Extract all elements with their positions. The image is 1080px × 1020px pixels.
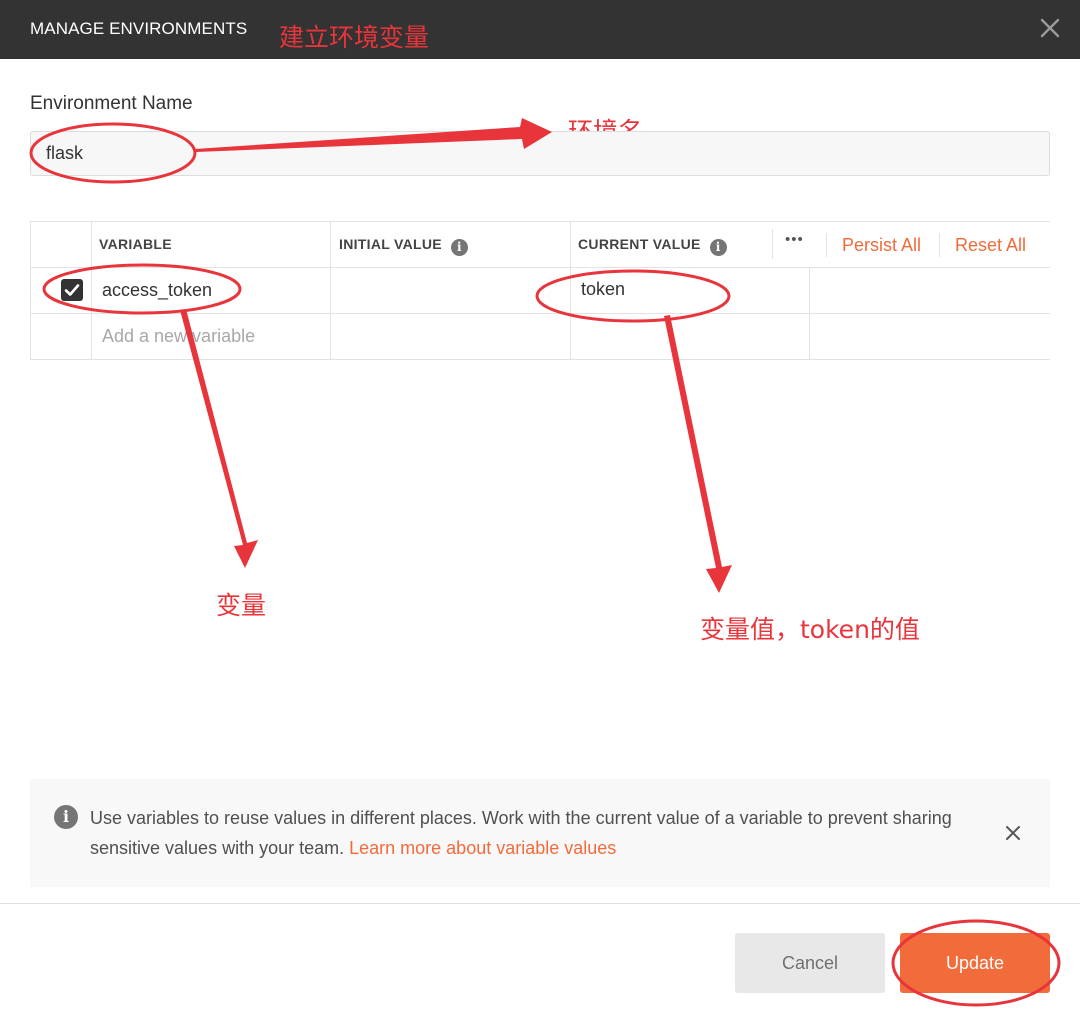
- info-banner: i Use variables to reuse values in diffe…: [30, 779, 1050, 887]
- table-top-border: [30, 221, 1050, 222]
- info-icon: i: [54, 805, 78, 829]
- info-icon[interactable]: i: [450, 239, 468, 256]
- table-row-border: [30, 313, 1050, 314]
- column-divider: [809, 267, 810, 359]
- info-icon[interactable]: i: [709, 239, 727, 256]
- table-bottom-border: [30, 359, 1050, 360]
- persist-all-button[interactable]: Persist All: [842, 235, 921, 256]
- more-options-icon[interactable]: •••: [785, 231, 804, 248]
- toolbar-divider: [939, 233, 940, 257]
- column-header-current-value: CURRENT VALUE i: [578, 236, 727, 256]
- toolbar-divider: [772, 229, 773, 259]
- new-variable-input[interactable]: Add a new variable: [102, 326, 255, 347]
- update-button[interactable]: Update: [900, 933, 1050, 993]
- annotation-title-note: 建立环境变量: [279, 23, 430, 52]
- dialog-title: MANAGE ENVIRONMENTS: [30, 19, 248, 38]
- environment-name-label: Environment Name: [30, 93, 193, 114]
- column-header-initial-value: INITIAL VALUE i: [339, 236, 468, 256]
- table-header-border: [30, 267, 1050, 268]
- checkmark-icon: [64, 284, 80, 296]
- variables-table: VARIABLE INITIAL VALUE i CURRENT VALUE i •…: [30, 221, 1050, 361]
- footer-divider: [0, 903, 1080, 904]
- variable-name-cell[interactable]: access_token: [102, 280, 212, 301]
- close-icon[interactable]: [1038, 16, 1062, 40]
- cancel-button[interactable]: Cancel: [735, 933, 885, 993]
- row-enabled-checkbox[interactable]: [61, 279, 83, 301]
- learn-more-link[interactable]: Learn more about variable values: [349, 838, 616, 858]
- column-divider: [330, 221, 331, 359]
- current-value-cell[interactable]: token: [581, 279, 625, 300]
- reset-all-button[interactable]: Reset All: [955, 235, 1026, 256]
- toolbar-divider: [826, 233, 827, 257]
- environment-name-input[interactable]: [30, 131, 1050, 176]
- column-header-variable: VARIABLE: [99, 236, 172, 252]
- column-divider: [570, 221, 571, 359]
- annotation-value-note: 变量值，token的值: [700, 615, 920, 644]
- dismiss-banner-icon[interactable]: [1004, 824, 1022, 842]
- column-divider: [91, 221, 92, 359]
- annotation-variable-note: 变量: [216, 591, 267, 620]
- table-left-border: [30, 221, 31, 359]
- dialog-header: MANAGE ENVIRONMENTS: [0, 0, 1080, 59]
- info-banner-text: Use variables to reuse values in differe…: [90, 803, 970, 863]
